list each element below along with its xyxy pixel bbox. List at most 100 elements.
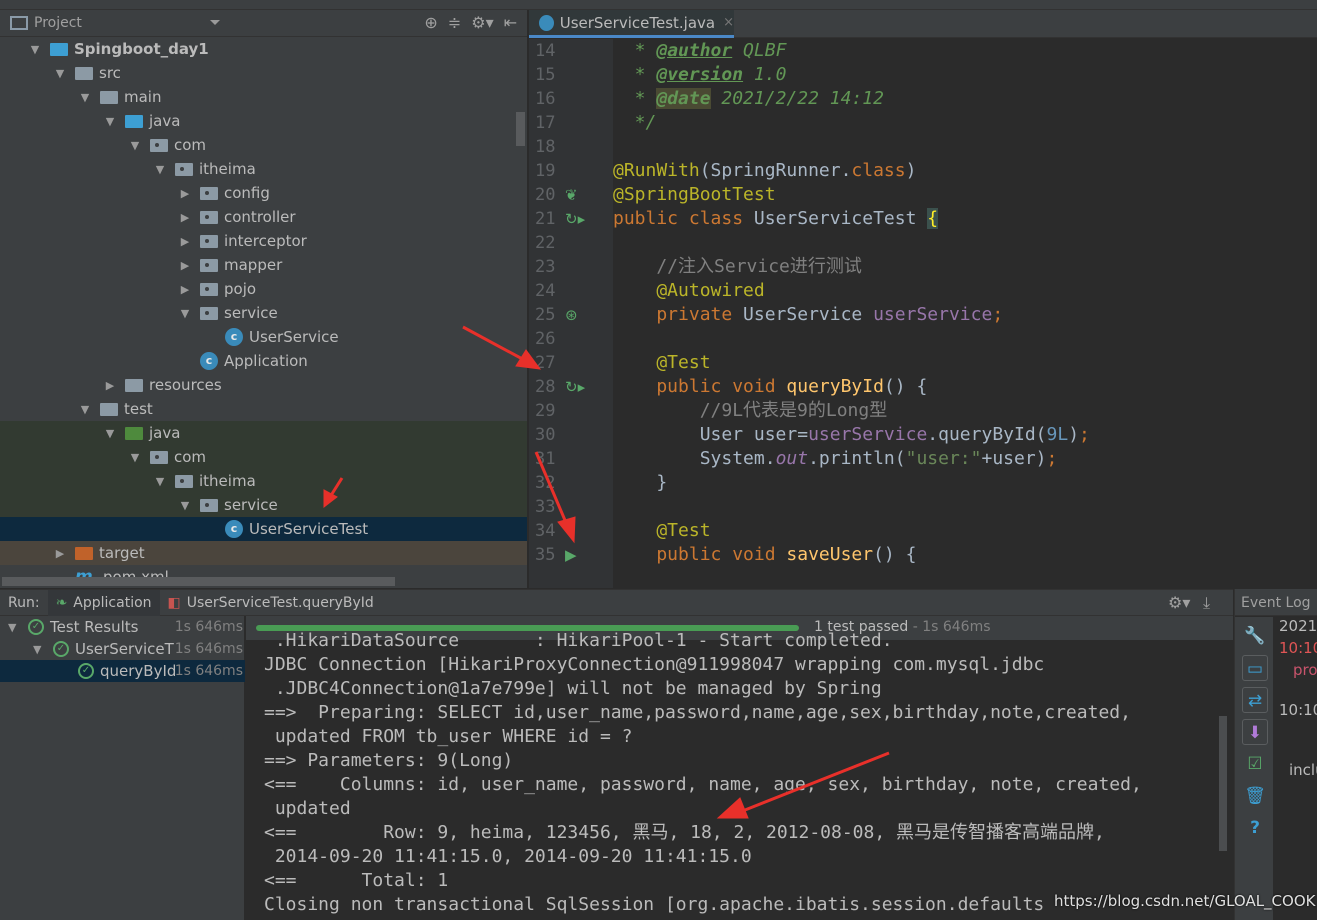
mark-read-icon[interactable]: ☑ <box>1242 751 1268 777</box>
class-icon <box>225 328 243 346</box>
console-line: <== Total: 1 <box>264 870 449 891</box>
code-line: * @version 1.0 <box>613 63 1313 87</box>
line-number: 16 <box>535 89 556 109</box>
tree-item-label: java <box>149 112 181 130</box>
code-token: 9L <box>1046 424 1069 445</box>
tree-item-label: pojo <box>224 280 257 298</box>
close-icon[interactable]: × <box>723 15 734 30</box>
tab-usersvctest[interactable]: UserServiceTest.java × <box>529 10 734 38</box>
line-number: 14 <box>535 41 556 61</box>
expanded-arrow-icon[interactable]: ▼ <box>28 43 42 56</box>
code-token: () { <box>883 376 928 397</box>
window-top-strip <box>0 0 1317 10</box>
code-token: * <box>613 88 657 109</box>
tree-item-main[interactable]: ▼ main <box>0 85 527 109</box>
tree-item-target[interactable]: ▶ target <box>0 541 527 565</box>
collapse-icon[interactable]: ≑ <box>448 13 461 32</box>
expanded-arrow-icon[interactable]: ▼ <box>178 307 192 320</box>
expanded-arrow-icon[interactable]: ▼ <box>103 115 117 128</box>
expanded-arrow-icon[interactable]: ▼ <box>103 427 117 440</box>
tree-item-src[interactable]: ▼ src <box>0 61 527 85</box>
expanded-arrow-icon[interactable]: ▼ <box>128 451 142 464</box>
tree-item-service[interactable]: ▼ service <box>0 493 527 517</box>
collapsed-arrow-icon[interactable]: ▶ <box>178 259 192 272</box>
tree-item-userservicetest[interactable]: UserServiceTest <box>0 517 527 541</box>
tree-item-service[interactable]: ▼ service <box>0 301 527 325</box>
gear-icon[interactable]: ⚙▾ <box>471 13 493 32</box>
event-log-panel: Event Log 🔧 ▭ ⇄ ⬇ ☑ 🗑 ? 2021/10:10 pro 10:… <box>1234 589 1317 920</box>
hide-icon[interactable]: ⇤ <box>504 13 517 32</box>
soft-wrap-icon[interactable]: ⇄ <box>1242 687 1268 713</box>
event-log-entry: 10:10 <box>1279 639 1317 657</box>
tree-item-itheima[interactable]: ▼ itheima <box>0 469 527 493</box>
tree-item-com[interactable]: ▼ com <box>0 133 527 157</box>
collapsed-arrow-icon[interactable]: ▶ <box>178 211 192 224</box>
run-tab-test[interactable]: ◧ UserServiceTest.queryById <box>160 590 382 616</box>
code-token: @Test <box>613 352 711 373</box>
tree-item-label: itheima <box>199 472 256 490</box>
project-icon <box>10 16 28 30</box>
tree-item-spingboot-day1[interactable]: ▼ Spingboot_day1 <box>0 37 527 61</box>
autowired-bean-icon[interactable]: ⊛ <box>565 303 578 327</box>
watermark: https://blog.csdn.net/GLOAL_COOK <box>1054 892 1316 910</box>
collapsed-arrow-icon[interactable]: ▶ <box>178 235 192 248</box>
expanded-arrow-icon[interactable]: ▼ <box>153 163 167 176</box>
tree-item-config[interactable]: ▶ config <box>0 181 527 205</box>
help-icon[interactable]: ? <box>1242 815 1268 841</box>
code-editor[interactable]: UserServiceTest.java × 14 * @author QLBF… <box>529 10 1317 588</box>
tree-item-controller[interactable]: ▶ controller <box>0 205 527 229</box>
run-tab-application[interactable]: ❧ Application <box>47 589 160 616</box>
settings-wrench-icon[interactable]: 🔧 <box>1242 623 1268 649</box>
trash-icon[interactable]: 🗑 <box>1242 783 1268 809</box>
expanded-arrow-icon[interactable]: ▼ <box>153 475 167 488</box>
tree-item-interceptor[interactable]: ▶ interceptor <box>0 229 527 253</box>
expanded-arrow-icon[interactable]: ▼ <box>178 499 192 512</box>
tree-item-userservice[interactable]: UserService <box>0 325 527 349</box>
scroll-to-end-icon[interactable]: ⬇ <box>1242 719 1268 745</box>
tree-item-label: UserServiceTest <box>249 520 369 538</box>
expanded-arrow-icon[interactable]: ▼ <box>78 403 92 416</box>
test-node-querybyid[interactable]: ✓ queryById 1s 646ms <box>0 660 245 682</box>
download-icon[interactable]: ⤓ <box>1203 593 1210 613</box>
expand-arrow-icon[interactable]: ▼ <box>8 621 22 634</box>
collapsed-arrow-icon[interactable]: ▶ <box>178 283 192 296</box>
dropdown-icon[interactable] <box>210 20 220 30</box>
run-test-icon[interactable]: ↻▸ <box>565 207 585 231</box>
tree-item-java[interactable]: ▼ java <box>0 421 527 445</box>
run-test-icon[interactable]: ↻▸ <box>565 375 585 399</box>
expanded-arrow-icon[interactable]: ▼ <box>53 67 67 80</box>
collapsed-arrow-icon[interactable]: ▶ <box>53 547 67 560</box>
tree-item-application[interactable]: Application <box>0 349 527 373</box>
horizontal-scrollbar[interactable] <box>2 577 395 586</box>
tree-item-java[interactable]: ▼ java <box>0 109 527 133</box>
project-header[interactable]: Project ⊕ ≑ ⚙▾ ⇤ <box>0 10 527 37</box>
expanded-arrow-icon[interactable]: ▼ <box>128 139 142 152</box>
code-token: ) <box>1068 424 1080 445</box>
collapsed-arrow-icon[interactable]: ▶ <box>103 379 117 392</box>
code-token: UserService <box>743 304 874 325</box>
tree-item-label: Spingboot_day1 <box>74 40 209 58</box>
chat-icon[interactable]: ▭ <box>1242 655 1268 681</box>
code-token: //注入Service进行测试 <box>613 256 862 277</box>
tree-item-com[interactable]: ▼ com <box>0 445 527 469</box>
expand-arrow-icon[interactable]: ▼ <box>33 643 47 656</box>
tree-item-resources[interactable]: ▶ resources <box>0 373 527 397</box>
code-token: UserServiceTest <box>753 208 928 229</box>
locate-icon[interactable]: ⊕ <box>424 13 437 32</box>
test-node-userservicet[interactable]: ▼ ✓ UserServiceT 1s 646ms <box>0 638 245 660</box>
run-icon[interactable]: ▶ <box>565 543 577 567</box>
console-scrollbar[interactable] <box>1219 716 1227 851</box>
spring-leaf-icon[interactable]: ❦ <box>565 183 578 207</box>
tree-item-label: service <box>224 496 278 514</box>
tree-item-test[interactable]: ▼ test <box>0 397 527 421</box>
collapsed-arrow-icon[interactable]: ▶ <box>178 187 192 200</box>
test-node-test results[interactable]: ▼ ✓ Test Results 1s 646ms <box>0 616 245 638</box>
tree-item-mapper[interactable]: ▶ mapper <box>0 253 527 277</box>
tree-item-itheima[interactable]: ▼ itheima <box>0 157 527 181</box>
gear-icon[interactable]: ⚙▾ <box>1168 593 1190 612</box>
vertical-scrollbar[interactable] <box>516 112 525 146</box>
tree-item-pojo[interactable]: ▶ pojo <box>0 277 527 301</box>
tree-item-label: mapper <box>224 256 283 274</box>
expanded-arrow-icon[interactable]: ▼ <box>78 91 92 104</box>
console-output[interactable]: 1 test passed - 1s 646ms .HikariDataSour… <box>246 616 1233 920</box>
